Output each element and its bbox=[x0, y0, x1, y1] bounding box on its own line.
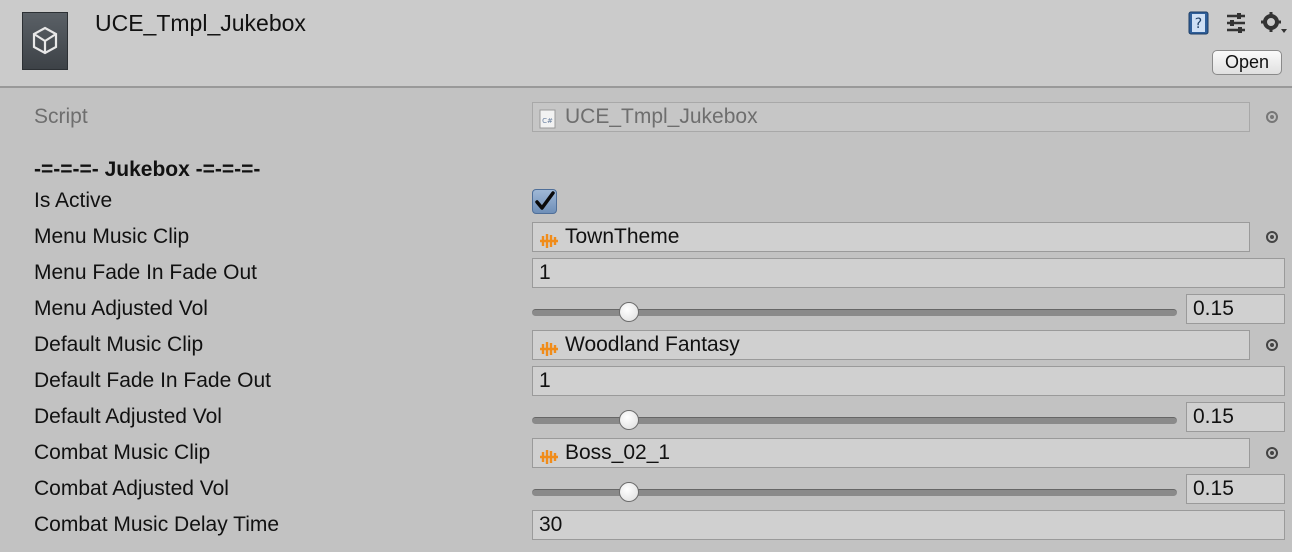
menu-music-clip-value: TownTheme bbox=[565, 225, 680, 248]
script-field: C# UCE_Tmpl_Jukebox bbox=[532, 102, 1250, 132]
default-fade-input[interactable]: 1 bbox=[532, 366, 1285, 396]
default-music-clip-label: Default Music Clip bbox=[34, 333, 204, 356]
audio-clip-icon bbox=[538, 445, 560, 464]
inspector-header: UCE_Tmpl_Jukebox ? Open bbox=[0, 0, 1292, 88]
menu-vol-slider-thumb[interactable] bbox=[618, 302, 639, 322]
combat-music-clip-value: Boss_02_1 bbox=[565, 441, 671, 464]
default-vol-value[interactable]: 0.15 bbox=[1186, 402, 1285, 432]
menu-music-clip-label: Menu Music Clip bbox=[34, 225, 190, 248]
combat-delay-label: Combat Music Delay Time bbox=[34, 513, 280, 536]
script-value: UCE_Tmpl_Jukebox bbox=[565, 105, 758, 128]
help-book-icon[interactable]: ? bbox=[1186, 10, 1212, 36]
combat-music-clip-label: Combat Music Clip bbox=[34, 441, 211, 464]
object-picker-icon bbox=[1266, 111, 1278, 123]
csharp-script-icon: C# bbox=[538, 109, 560, 129]
svg-text:C#: C# bbox=[542, 117, 553, 125]
default-music-clip-field[interactable]: Woodland Fantasy bbox=[532, 330, 1250, 360]
combat-vol-slider-thumb[interactable] bbox=[618, 482, 639, 502]
combat-vol-value[interactable]: 0.15 bbox=[1186, 474, 1285, 504]
default-vol-slider-thumb[interactable] bbox=[618, 410, 639, 430]
section-header: -=-=-=- Jukebox -=-=-=- bbox=[34, 158, 261, 181]
object-picker-icon[interactable] bbox=[1266, 339, 1278, 351]
default-music-clip-value: Woodland Fantasy bbox=[565, 333, 740, 356]
menu-fade-label: Menu Fade In Fade Out bbox=[34, 261, 257, 284]
gear-menu-icon[interactable] bbox=[1259, 10, 1287, 36]
audio-clip-icon bbox=[538, 337, 560, 356]
combat-vol-label: Combat Adjusted Vol bbox=[34, 477, 229, 500]
is-active-label: Is Active bbox=[34, 189, 113, 212]
menu-fade-input[interactable]: 1 bbox=[532, 258, 1285, 288]
open-button[interactable]: Open bbox=[1212, 50, 1282, 75]
combat-music-clip-field[interactable]: Boss_02_1 bbox=[532, 438, 1250, 468]
is-active-checkbox[interactable] bbox=[532, 189, 557, 214]
combat-delay-input[interactable]: 30 bbox=[532, 510, 1285, 540]
object-picker-icon[interactable] bbox=[1266, 231, 1278, 243]
default-vol-label: Default Adjusted Vol bbox=[34, 405, 222, 428]
menu-vol-value[interactable]: 0.15 bbox=[1186, 294, 1285, 324]
object-picker-icon[interactable] bbox=[1266, 447, 1278, 459]
menu-music-clip-field[interactable]: TownTheme bbox=[532, 222, 1250, 252]
unity-logo-icon bbox=[22, 12, 68, 70]
menu-vol-label: Menu Adjusted Vol bbox=[34, 297, 208, 320]
svg-text:?: ? bbox=[1195, 16, 1202, 32]
audio-clip-icon bbox=[538, 229, 560, 248]
preset-sliders-icon[interactable] bbox=[1223, 10, 1249, 36]
script-label: Script bbox=[34, 105, 88, 128]
component-title: UCE_Tmpl_Jukebox bbox=[95, 10, 306, 36]
checkmark-icon bbox=[535, 191, 555, 210]
default-fade-label: Default Fade In Fade Out bbox=[34, 369, 271, 392]
